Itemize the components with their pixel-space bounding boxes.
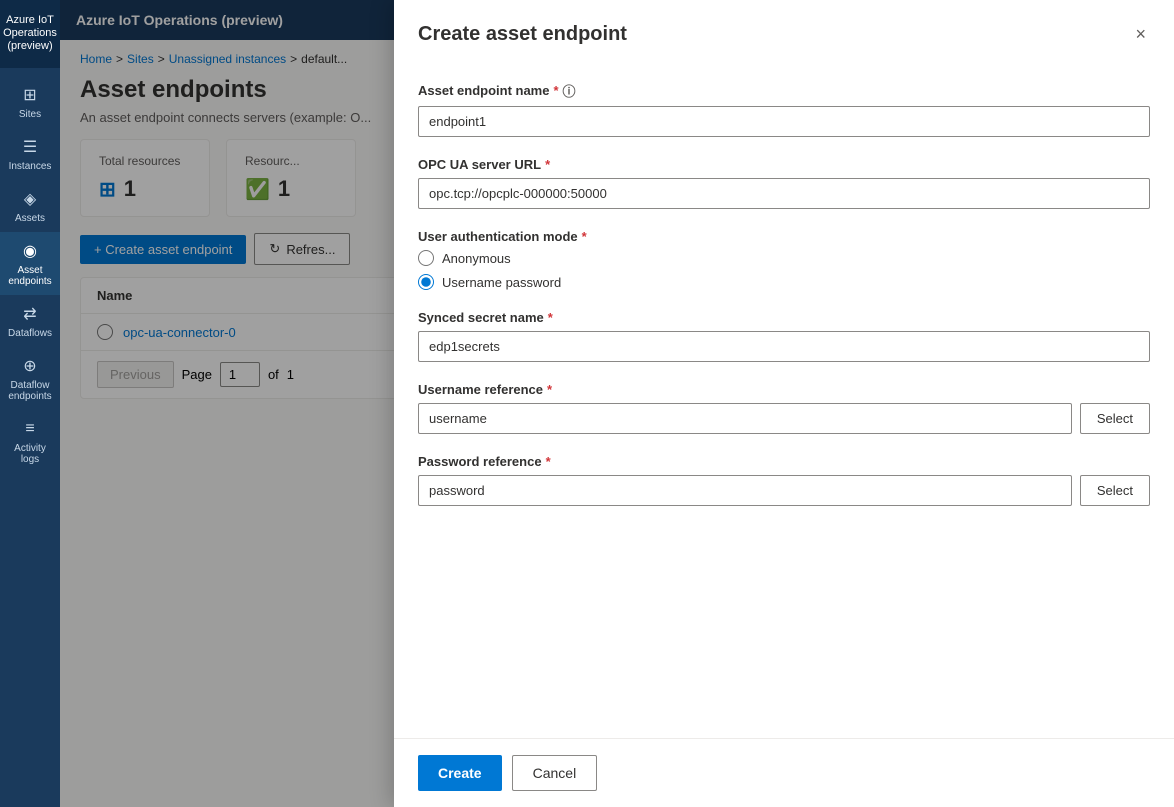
app-title: Azure IoT Operations (preview) — [0, 14, 60, 54]
radio-anonymous-label: Anonymous — [442, 251, 511, 266]
sidebar-item-dataflows[interactable]: ⇄ Dataflows — [0, 295, 60, 347]
form-group-auth-mode: User authentication mode * Anonymous Use… — [418, 229, 1150, 290]
sidebar-item-activity-logs[interactable]: ≡ Activity logs — [0, 410, 60, 473]
sidebar-item-instances[interactable]: ☰ Instances — [0, 128, 60, 180]
sidebar-item-activity-logs-label: Activity logs — [4, 443, 56, 465]
username-ref-input[interactable] — [418, 403, 1072, 434]
form-label-endpoint-name: Asset endpoint name * ⓘ — [418, 81, 1150, 100]
auth-mode-radio-group: Anonymous Username password — [418, 250, 1150, 290]
dialog-footer: Create Cancel — [394, 738, 1174, 807]
required-mark-3: * — [582, 229, 587, 244]
sidebar-item-assets[interactable]: ◈ Assets — [0, 180, 60, 232]
dialog-title: Create asset endpoint — [418, 23, 627, 46]
create-button[interactable]: Create — [418, 755, 502, 791]
dataflows-icon: ⇄ — [19, 303, 41, 325]
radio-anonymous-input[interactable] — [418, 250, 434, 266]
sidebar: Azure IoT Operations (preview) ⊞ Sites ☰… — [0, 0, 60, 807]
required-mark-2: * — [545, 157, 550, 172]
password-ref-field-group: Select — [418, 475, 1150, 506]
password-ref-input[interactable] — [418, 475, 1072, 506]
sites-icon: ⊞ — [19, 84, 41, 106]
endpoint-name-input[interactable] — [418, 106, 1150, 137]
dialog-close-button[interactable]: × — [1131, 20, 1150, 49]
required-mark-6: * — [546, 454, 551, 469]
dialog-body: Asset endpoint name * ⓘ OPC UA server UR… — [394, 65, 1174, 738]
sidebar-item-assets-label: Assets — [15, 213, 45, 224]
info-icon-endpoint-name: ⓘ — [563, 81, 576, 100]
sidebar-item-sites-label: Sites — [19, 109, 41, 120]
instances-icon: ☰ — [19, 136, 41, 158]
form-group-opc-url: OPC UA server URL * — [418, 157, 1150, 209]
sidebar-item-sites[interactable]: ⊞ Sites — [0, 76, 60, 128]
required-mark-5: * — [547, 382, 552, 397]
sidebar-item-instances-label: Instances — [9, 161, 52, 172]
radio-username-password-label: Username password — [442, 275, 561, 290]
cancel-btn-label: Cancel — [533, 765, 577, 781]
synced-secret-input[interactable] — [418, 331, 1150, 362]
dataflow-endpoints-icon: ⊕ — [19, 355, 41, 377]
opc-url-input[interactable] — [418, 178, 1150, 209]
required-mark-1: * — [553, 83, 558, 98]
form-label-opc-url: OPC UA server URL * — [418, 157, 1150, 172]
form-label-synced-secret: Synced secret name * — [418, 310, 1150, 325]
required-mark-4: * — [548, 310, 553, 325]
sidebar-item-asset-endpoints-label: Asset endpoints — [4, 265, 56, 287]
password-select-label: Select — [1097, 483, 1133, 498]
sidebar-item-asset-endpoints[interactable]: ◉ Asset endpoints — [0, 232, 60, 295]
form-label-password-ref: Password reference * — [418, 454, 1150, 469]
radio-username-password-input[interactable] — [418, 274, 434, 290]
dialog-header: Create asset endpoint × — [394, 0, 1174, 65]
asset-endpoints-icon: ◉ — [19, 240, 41, 262]
radio-anonymous[interactable]: Anonymous — [418, 250, 1150, 266]
activity-logs-icon: ≡ — [19, 418, 41, 440]
form-group-username-ref: Username reference * Select — [418, 382, 1150, 434]
cancel-button[interactable]: Cancel — [512, 755, 598, 791]
form-label-auth-mode: User authentication mode * — [418, 229, 1150, 244]
create-asset-endpoint-dialog: Create asset endpoint × Asset endpoint n… — [394, 0, 1174, 807]
form-group-password-ref: Password reference * Select — [418, 454, 1150, 506]
sidebar-item-dataflows-label: Dataflows — [8, 328, 52, 339]
assets-icon: ◈ — [19, 188, 41, 210]
app-logo-area: Azure IoT Operations (preview) — [0, 0, 60, 68]
create-btn-label: Create — [438, 765, 482, 781]
sidebar-item-dataflow-endpoints-label: Dataflow endpoints — [4, 380, 56, 402]
radio-username-password[interactable]: Username password — [418, 274, 1150, 290]
form-label-username-ref: Username reference * — [418, 382, 1150, 397]
password-ref-select-button[interactable]: Select — [1080, 475, 1150, 506]
sidebar-item-dataflow-endpoints[interactable]: ⊕ Dataflow endpoints — [0, 347, 60, 410]
username-select-label: Select — [1097, 411, 1133, 426]
form-group-synced-secret: Synced secret name * — [418, 310, 1150, 362]
username-ref-select-button[interactable]: Select — [1080, 403, 1150, 434]
form-group-endpoint-name: Asset endpoint name * ⓘ — [418, 81, 1150, 137]
username-ref-field-group: Select — [418, 403, 1150, 434]
